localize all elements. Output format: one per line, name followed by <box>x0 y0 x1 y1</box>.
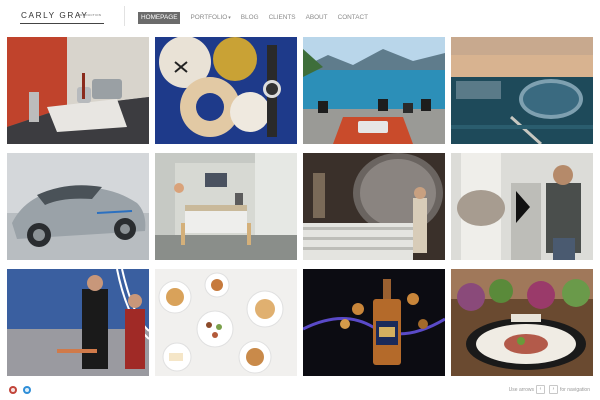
nav-item-homepage[interactable]: HOMEPAGE <box>138 12 181 24</box>
nav-item-contact[interactable]: CONTACT <box>338 12 368 24</box>
portfolio-grid <box>7 37 593 378</box>
tile-image <box>303 153 445 260</box>
header-divider <box>124 6 125 26</box>
nav-item-blog[interactable]: BLOG <box>241 12 259 24</box>
portfolio-tile-dinner-table[interactable] <box>451 269 593 376</box>
nav-item-about[interactable]: ABOUT <box>306 12 328 24</box>
portfolio-tile-sports-car[interactable] <box>7 153 149 260</box>
tile-image <box>7 153 149 260</box>
portfolio-tile-art-studio[interactable] <box>303 153 445 260</box>
play-icon <box>516 191 530 223</box>
site-logo[interactable]: CARLY GRAY PRODUCTION <box>20 8 104 28</box>
main-nav: HOMEPAGE PORTFOLIO▾ BLOG CLIENTS ABOUT C… <box>138 12 378 24</box>
portfolio-tile-lake-terrace[interactable] <box>303 37 445 144</box>
keyboard-hint: Use arrows ‹ › for navigation <box>509 385 590 394</box>
twitter-icon[interactable] <box>23 386 31 394</box>
tile-image <box>155 269 297 376</box>
portfolio-tile-whisky-bottle[interactable] <box>303 269 445 376</box>
pinterest-icon[interactable] <box>9 386 17 394</box>
tile-image <box>303 37 445 144</box>
tile-image <box>451 37 593 144</box>
portfolio-tile-watch-discs[interactable] <box>155 37 297 144</box>
site-header: CARLY GRAY PRODUCTION HOMEPAGE PORTFOLIO… <box>0 0 600 36</box>
play-video-button[interactable] <box>512 187 532 227</box>
tile-image <box>155 153 297 260</box>
portfolio-tile-waterfront-building[interactable] <box>451 37 593 144</box>
portfolio-tile-fashion-neon[interactable] <box>7 269 149 376</box>
hint-suffix: for navigation <box>559 386 590 393</box>
tile-image <box>7 37 149 144</box>
tile-image <box>7 269 149 376</box>
site-footer: Use arrows ‹ › for navigation <box>0 381 600 400</box>
portfolio-tile-bedroom[interactable] <box>155 153 297 260</box>
arrow-right-key: › <box>548 385 558 394</box>
hint-prefix: Use arrows <box>508 386 534 393</box>
chevron-down-icon: ▾ <box>228 15 231 21</box>
portfolio-tile-food-plates[interactable] <box>155 269 297 376</box>
logo-underline <box>20 23 104 24</box>
nav-item-portfolio-label: PORTFOLIO <box>190 14 228 21</box>
portfolio-tile-interior-chairs[interactable] <box>7 37 149 144</box>
nav-item-clients[interactable]: CLIENTS <box>269 12 296 24</box>
tile-image <box>303 269 445 376</box>
tile-image <box>451 269 593 376</box>
logo-subtitle: PRODUCTION <box>78 13 102 17</box>
nav-item-portfolio[interactable]: PORTFOLIO▾ <box>190 12 230 24</box>
arrow-left-key: ‹ <box>535 385 545 394</box>
tile-image <box>155 37 297 144</box>
